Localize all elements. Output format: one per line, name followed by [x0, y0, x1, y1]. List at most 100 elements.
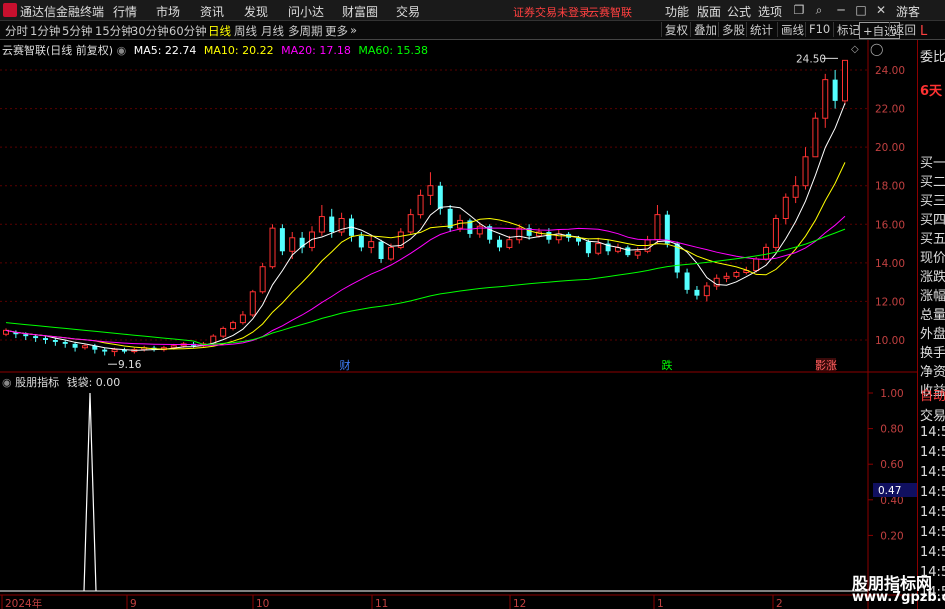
sub-tick-label: 0.60 [880, 459, 903, 471]
time-tick-label: 1 [657, 598, 664, 609]
search-icon[interactable]: ⌕ [810, 2, 828, 18]
candle-body [497, 239, 503, 248]
side-item-8[interactable]: 涨跌 [920, 266, 945, 285]
candle-body [516, 227, 523, 241]
price-tick-label: 14.00 [875, 258, 905, 270]
menu-6[interactable]: 交易 [396, 3, 420, 20]
sub-tick-label: 0.20 [880, 530, 903, 542]
settings-dot-icon[interactable]: ◉ [117, 44, 127, 57]
menu-right-1[interactable]: 版面 [697, 3, 721, 20]
guest-account[interactable]: 游客 [896, 3, 920, 20]
side-item-0[interactable]: 委比 [920, 46, 945, 65]
side-item-7[interactable]: 现价 [920, 247, 945, 266]
candle-body [772, 218, 779, 248]
side-item-5[interactable]: 买四 [920, 209, 945, 228]
period-5[interactable]: 60分钟 [169, 23, 207, 39]
period-2[interactable]: 5分钟 [62, 23, 92, 39]
side-item-15[interactable]: 自动 [920, 385, 945, 404]
indicator-value: 钱袋: 0.00 [66, 376, 121, 389]
candle-body [802, 156, 809, 187]
period-8[interactable]: 月线 [261, 23, 284, 39]
side-item-11[interactable]: 外盘 [920, 323, 945, 342]
menu-4[interactable]: 问小达 [288, 3, 324, 20]
restore-icon[interactable]: ❐ [790, 2, 808, 18]
side-item-10[interactable]: 总量 [920, 304, 945, 323]
period-4[interactable]: 30分钟 [131, 23, 169, 39]
sub-tick-label: 0.80 [880, 424, 903, 436]
close-icon[interactable]: ✕ [872, 2, 890, 18]
side-item-2[interactable]: 买一 [920, 152, 945, 171]
candle-body [220, 327, 227, 337]
candlestick-chart[interactable]: 24.00 22.00 20.00 18.00 16.00 14.00 12.00 10.00… [0, 40, 917, 373]
candle-body [378, 241, 384, 259]
menu-right-0[interactable]: 功能 [665, 3, 689, 20]
low-price-marker: 9.16 [118, 359, 142, 371]
side-item-17[interactable]: 14:5 [920, 425, 945, 440]
period-9[interactable]: 多周期 [288, 23, 323, 39]
candle-body [753, 258, 760, 272]
tool-5[interactable]: F10 [805, 22, 833, 37]
candle-body [289, 237, 296, 252]
period-1[interactable]: 1分钟 [30, 23, 60, 39]
candle-body [230, 322, 237, 329]
menu-right-3[interactable]: 选项 [758, 3, 782, 20]
side-item-13[interactable]: 净资 [920, 361, 945, 380]
side-item-23[interactable]: 14:5 [920, 545, 945, 560]
side-item-9[interactable]: 涨幅 [920, 285, 945, 304]
tool-0[interactable]: 复权 [661, 22, 691, 37]
minimize-icon[interactable]: ─ [832, 2, 850, 18]
menu-1[interactable]: 市场 [156, 3, 180, 20]
candle-body [33, 336, 39, 339]
side-item-1[interactable]: 6天 [920, 80, 942, 99]
period-10[interactable]: 更多 [325, 23, 348, 39]
menu-5[interactable]: 财富圈 [342, 3, 378, 20]
candle-body [506, 239, 513, 248]
period-3[interactable]: 15分钟 [95, 23, 133, 39]
period-toolbar: 分时 1分钟 5分钟 15分钟 30分钟 60分钟 日线 周线 月线 多周期 更多» 复权 叠加 多股 统计… [0, 21, 945, 40]
side-item-19[interactable]: 14:5 [920, 465, 945, 480]
candle-body [625, 247, 631, 256]
candle-body [694, 289, 700, 296]
menu-right-2[interactable]: 公式 [727, 3, 751, 20]
tool-1[interactable]: 叠加 [690, 22, 720, 37]
high-price-marker: 24.50 [796, 53, 826, 65]
candle-body [822, 79, 829, 119]
trade-login-notice[interactable]: 证券交易未登录 [513, 4, 590, 20]
side-item-16[interactable]: 交易 [920, 405, 945, 424]
side-item-4[interactable]: 买三 [920, 190, 945, 209]
candle-body [476, 225, 483, 235]
tool-3[interactable]: 统计 [746, 22, 776, 37]
candle-body [585, 241, 591, 254]
time-tick-label: 2024年 [5, 597, 42, 609]
chart-bg [0, 40, 917, 373]
side-item-12[interactable]: 换手 [920, 342, 945, 361]
side-item-20[interactable]: 14:5 [920, 485, 945, 500]
candle-body [427, 185, 434, 196]
tool-2[interactable]: 多股 [718, 22, 748, 37]
ma-legend-ma20: MA20: 17.18 [277, 44, 351, 57]
side-item-22[interactable]: 14:5 [920, 525, 945, 540]
menu-3[interactable]: 发现 [244, 3, 268, 20]
side-item-3[interactable]: 买二 [920, 171, 945, 190]
candle-body [387, 246, 394, 260]
candle-body [703, 285, 710, 297]
candle-body [723, 275, 730, 279]
maximize-icon[interactable]: □ [852, 2, 870, 18]
current-value-label: 0.47 [878, 485, 901, 497]
tool-4[interactable]: 画线 [777, 22, 807, 37]
side-item-6[interactable]: 买五 [920, 228, 945, 247]
candle-body [81, 345, 88, 349]
tool-8[interactable]: 返回 [889, 22, 919, 37]
settings-dot-icon[interactable]: ◉ [2, 376, 12, 389]
stock-label: 云赛智联(日线 前复权) [2, 44, 114, 57]
period-7[interactable]: 周线 [234, 23, 257, 39]
menu-bar: 通达信金融终端 行情 市场 资讯 发现 问小达 财富圈 交易 证券交易未登录 云赛智联 功能… [0, 0, 945, 21]
menu-2[interactable]: 资讯 [200, 3, 224, 20]
menu-0[interactable]: 行情 [113, 3, 137, 20]
indicator-chart[interactable]: 1.000.800.600.400.200.472024年 9 10 11 12 1 2 [0, 373, 917, 609]
more-arrow-icon[interactable]: » [350, 23, 357, 37]
period-0[interactable]: 分时 [5, 23, 28, 39]
side-item-18[interactable]: 14:5 [920, 445, 945, 460]
period-6[interactable]: 日线 [208, 23, 231, 39]
side-item-21[interactable]: 14:5 [920, 505, 945, 520]
